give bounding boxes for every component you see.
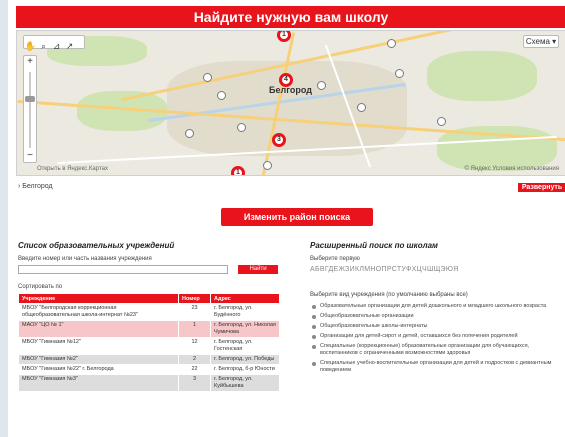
institution-type-label: Специальные учебно-воспитательные органи… bbox=[320, 360, 552, 373]
cell-number: 23 bbox=[178, 303, 211, 321]
cell-address: г. Белгород, б-р Юности bbox=[210, 364, 280, 375]
type-label: Выберите вид учреждения (по умолчанию вы… bbox=[310, 292, 468, 298]
cell-institution[interactable]: МБОУ "Гимназия №2" bbox=[18, 354, 179, 365]
institution-type-option[interactable]: Общеобразовательные организации bbox=[310, 313, 560, 320]
school-marker[interactable] bbox=[217, 91, 226, 100]
ruler-icon[interactable]: ⊿ bbox=[50, 40, 63, 52]
sort-label[interactable]: Сортировать по bbox=[18, 284, 62, 290]
institution-type-label: Организации для детей-сирот и детей, ост… bbox=[320, 333, 518, 339]
cluster-pin[interactable]: 1 bbox=[231, 166, 245, 175]
institution-type-option[interactable]: Образовательные организации для детей до… bbox=[310, 303, 560, 310]
cell-address: г. Белгород, ул. Куйбышева bbox=[210, 374, 280, 392]
institution-type-option[interactable]: Общеобразовательные школы-интернаты bbox=[310, 323, 560, 330]
cell-address: г. Белгород, ул. Гостенская bbox=[210, 337, 280, 355]
schools-table: Учреждение Номер Адрес МБОУ "Белгородска… bbox=[18, 293, 280, 392]
school-marker[interactable] bbox=[237, 123, 246, 132]
cell-address: г. Белгород, ул. Будённого bbox=[210, 303, 280, 321]
cell-institution[interactable]: МБОУ "Гимназия №22" г. Белгорода bbox=[18, 364, 179, 375]
cell-institution[interactable]: МАОУ "ЦО № 1" bbox=[18, 320, 179, 338]
route-icon[interactable]: ↗ bbox=[63, 40, 76, 52]
cluster-pin[interactable]: 1 bbox=[277, 31, 291, 42]
institution-type-option[interactable]: Организации для детей-сирот и детей, ост… bbox=[310, 333, 560, 340]
hand-icon[interactable]: ✋ bbox=[24, 40, 37, 52]
bullet-icon bbox=[312, 335, 316, 339]
table-row[interactable]: МБОУ "Гимназия №22" г. Белгорода 22 г. Бел… bbox=[18, 364, 280, 375]
bullet-icon bbox=[312, 315, 316, 319]
table-row[interactable]: МАОУ "ЦО № 1" 1 г. Белгород, ул. Николая Ч… bbox=[18, 320, 280, 338]
schools-list-title: Список образовательных учреждений bbox=[18, 241, 175, 250]
bullet-icon bbox=[312, 305, 316, 309]
page-title: Найдите нужную вам школу bbox=[16, 6, 565, 28]
alphabet-filter[interactable]: АБВГДЕЖЗИКЛМНОПРСТУФХЦЧШЩЭЮЯ bbox=[310, 266, 459, 273]
city-label: Белгород bbox=[269, 85, 312, 95]
institution-type-option[interactable]: Специальные учебно-воспитательные органи… bbox=[310, 360, 560, 374]
magnifier-icon[interactable]: ⌕ bbox=[37, 40, 50, 52]
institution-type-label: Специальные (коррекционные) образователь… bbox=[320, 343, 530, 356]
bullet-icon bbox=[312, 362, 316, 366]
cluster-pin[interactable]: 3 bbox=[272, 133, 286, 147]
zoom-track[interactable] bbox=[29, 72, 31, 148]
institution-type-label: Общеобразовательные организации bbox=[320, 313, 414, 319]
cell-number: 22 bbox=[178, 364, 211, 375]
zoom-control: + − bbox=[23, 55, 37, 163]
school-marker[interactable] bbox=[387, 39, 396, 48]
bullet-icon bbox=[312, 345, 316, 349]
zoom-slider-handle[interactable] bbox=[25, 96, 35, 102]
expand-map-button[interactable]: Развернуть bbox=[518, 183, 565, 192]
table-row[interactable]: МБОУ "Гимназия №3" 3 г. Белгород, ул. Куйб… bbox=[18, 374, 280, 392]
letter-label: Выберите первую bbox=[310, 256, 360, 262]
zoom-in-button[interactable]: + bbox=[24, 56, 36, 68]
institution-type-option[interactable]: Специальные (коррекционные) образователь… bbox=[310, 343, 560, 357]
park-area bbox=[427, 51, 537, 101]
cell-institution[interactable]: МБОУ "Гимназия №3" bbox=[18, 374, 179, 392]
map-copyright[interactable]: © Яндекс Условия использования bbox=[464, 166, 559, 172]
institution-type-list: Образовательные организации для детей до… bbox=[310, 303, 560, 377]
table-row[interactable]: МБОУ "Гимназия №2" 2 г. Белгород, ул. Побе… bbox=[18, 354, 280, 365]
cell-number: 12 bbox=[178, 337, 211, 355]
school-marker[interactable] bbox=[203, 73, 212, 82]
bullet-icon bbox=[312, 325, 316, 329]
school-marker[interactable] bbox=[185, 129, 194, 138]
search-label: Введите номер или часть названия учрежде… bbox=[18, 256, 152, 262]
map-layers-label: Схема bbox=[525, 37, 550, 46]
school-marker[interactable] bbox=[357, 103, 366, 112]
column-header-address[interactable]: Адрес bbox=[210, 293, 280, 304]
zoom-out-button[interactable]: − bbox=[24, 150, 36, 162]
school-search-input[interactable] bbox=[18, 265, 228, 274]
map-toolbar: ✋ ⌕ ⊿ ↗ bbox=[23, 35, 85, 52]
table-row[interactable]: МБОУ "Белгородская коррекционная общеобр… bbox=[18, 303, 280, 321]
find-button[interactable]: Найти bbox=[238, 265, 278, 274]
advanced-search-title: Расширенный поиск по школам bbox=[310, 241, 438, 250]
school-marker[interactable] bbox=[263, 161, 272, 170]
page: Найдите нужную вам школу 1 4 3 1 Белгоро… bbox=[0, 0, 565, 437]
cell-number: 3 bbox=[178, 374, 211, 392]
cell-institution[interactable]: МБОУ "Белгородская коррекционная общеобр… bbox=[18, 303, 179, 321]
cell-address: г. Белгород, ул. Николая Чумичова bbox=[210, 320, 280, 338]
institution-type-label: Общеобразовательные школы-интернаты bbox=[320, 323, 428, 329]
cell-number: 1 bbox=[178, 320, 211, 338]
school-marker[interactable] bbox=[395, 69, 404, 78]
cell-address: г. Белгород, ул. Победы bbox=[210, 354, 280, 365]
column-header-institution[interactable]: Учреждение bbox=[18, 293, 179, 304]
map-layers-select[interactable]: Схема ▾ bbox=[523, 35, 559, 48]
cell-number: 2 bbox=[178, 354, 211, 365]
school-marker[interactable] bbox=[317, 81, 326, 90]
column-header-number[interactable]: Номер bbox=[178, 293, 211, 304]
school-marker[interactable] bbox=[437, 117, 446, 126]
breadcrumb[interactable]: › Белгород bbox=[18, 183, 53, 190]
change-area-button[interactable]: Изменить район поиска bbox=[221, 208, 373, 226]
open-in-yandex-link[interactable]: Открыть в Яндекс.Картах bbox=[37, 166, 108, 172]
cell-institution[interactable]: МБОУ "Гимназия №12" bbox=[18, 337, 179, 355]
school-map[interactable]: 1 4 3 1 Белгород ✋ ⌕ ⊿ ↗ Схема ▾ + − Открыт… bbox=[16, 30, 565, 176]
table-row[interactable]: МБОУ "Гимназия №12" 12 г. Белгород, ул. Го… bbox=[18, 337, 280, 355]
institution-type-label: Образовательные организации для детей до… bbox=[320, 303, 547, 309]
